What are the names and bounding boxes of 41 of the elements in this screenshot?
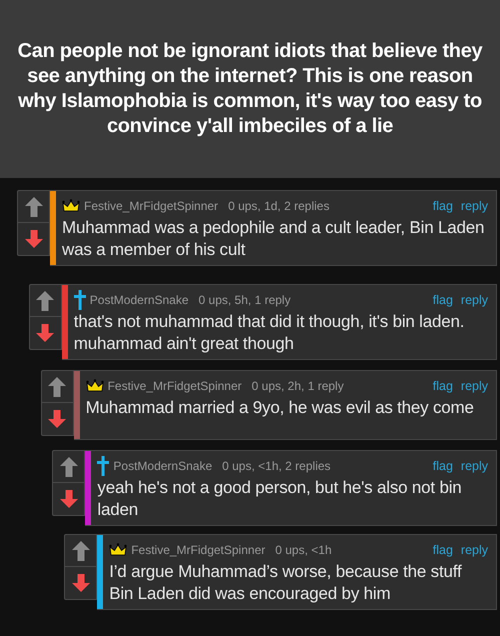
username[interactable]: Festive_MrFidgetSpinner [108,377,242,395]
caption-text: Can people not be ignorant idiots that believe they see anything on the internet? This is one reason why Islamophobia is common, it's way too easy to convince y'all imbeciles of a lie [16,39,484,139]
down-arrow-icon [72,574,90,592]
crown-icon [62,199,80,213]
comment-meta: 0 ups, <1h [275,542,332,559]
comment-meta: 0 ups, 5h, 1 reply [198,292,291,309]
cross-icon [97,456,110,476]
username[interactable]: Festive_MrFidgetSpinner [131,541,266,559]
down-arrow-icon [24,230,42,248]
cross-icon [74,290,86,310]
up-arrow-icon [60,456,78,476]
up-arrow-icon [24,196,42,216]
comment-text: yeah he's not a good person, but he's also not bin laden [97,477,463,521]
flag-link[interactable]: flag [432,290,453,310]
comment-text: Muhammad was a pedophile and a cult leader, Bin Laden was a member of his cult [62,217,486,261]
comment-text: I’d argue Muhammad’s worse, because the stuff Bin Laden did was encouraged by him [109,561,463,605]
down-arrow-icon [60,490,78,508]
flag-link[interactable]: flag [432,196,453,216]
comment-meta: 0 ups, <1h, 2 replies [222,458,331,475]
flag-link[interactable]: flag [432,456,453,476]
flag-link[interactable]: flag [432,540,453,560]
reply-link[interactable]: reply [460,540,488,560]
reply-link[interactable]: reply [460,196,488,216]
reply-link[interactable]: reply [460,456,488,476]
down-arrow-icon [36,324,54,342]
username[interactable]: PostModernSnake [113,457,212,475]
username[interactable]: PostModernSnake [90,291,189,309]
up-arrow-icon [48,376,66,396]
comment-meta: 0 ups, 2h, 1 reply [252,378,344,395]
down-arrow-icon [48,410,66,428]
crown-icon [109,543,128,557]
comment-meta: 0 ups, 1d, 2 replies [228,198,330,215]
reply-link[interactable]: reply [460,376,488,396]
crown-icon [86,379,104,393]
comment-text: Muhammad married a 9yo, he was evil as they come [86,397,475,419]
reply-link[interactable]: reply [460,290,488,310]
up-arrow-icon [72,540,90,560]
flag-link[interactable]: flag [432,376,453,396]
up-arrow-icon [36,290,54,310]
comment-text: that's not muhammad that did it though, it's bin laden. muhammad ain't great though [74,311,466,355]
username[interactable]: Festive_MrFidgetSpinner [84,197,218,215]
